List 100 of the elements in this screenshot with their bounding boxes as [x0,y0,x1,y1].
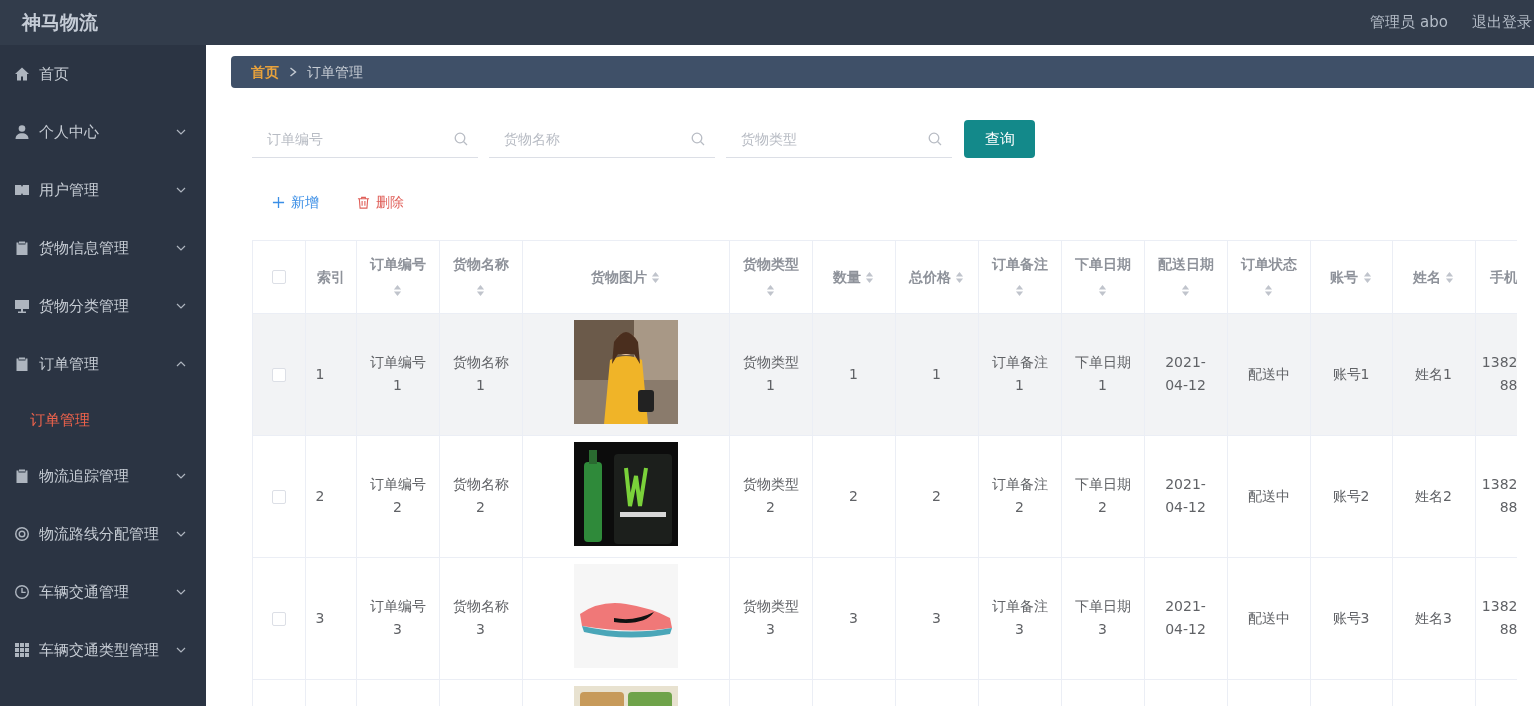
checkbox[interactable] [271,367,286,382]
sort-icon [865,271,875,285]
delete-button[interactable]: 删除 [357,191,404,213]
sort-icon [955,271,965,285]
column-header[interactable]: 货物图片 [590,268,661,285]
chevron-down-icon [176,245,186,251]
table-cell: 2021-04-12 [1165,476,1206,515]
column-header[interactable]: 总价格 [908,268,965,285]
clipboard-check-icon [14,356,30,372]
table-cell: 货物类型1 [742,354,799,393]
table-cell: 2 [315,487,325,504]
table-cell: 2021-04-12 [1165,354,1206,393]
column-header[interactable]: 货物名称 [452,255,509,298]
add-button[interactable]: 新增 [272,191,319,213]
sidebar-item[interactable]: 货物分类管理 [0,277,206,335]
table-row[interactable]: 2 订单编号2 货物名称2 货物类型2 2 2 订单备注2 下单日期2 2021-04-12 配送中 账号2 姓名2 1382 88 [253,435,1517,557]
table-cell: 订单编号3 [369,598,426,637]
column-header[interactable]: 订单编号 [369,255,426,298]
search-icon [454,132,468,146]
sidebar-item[interactable]: 车辆交通管理 [0,563,206,621]
table-cell: 账号3 [1332,609,1370,626]
chevron-down-icon [176,531,186,537]
column-header[interactable]: 数量 [832,268,875,285]
table-cell: 下单日期2 [1074,476,1131,515]
breadcrumb-link[interactable]: 首页 [251,61,279,83]
sidebar-item[interactable]: 货物信息管理 [0,219,206,277]
sidebar-item[interactable]: 个人中心 [0,103,206,161]
table-cell: 2021-04-12 [1165,598,1206,637]
sidebar-item[interactable]: 首页 [0,45,206,103]
checkbox[interactable] [271,270,286,285]
table-cell: 货物名称1 [452,354,509,393]
table-cell: 姓名2 [1415,487,1452,504]
sidebar-item[interactable]: 车辆交通类型管理 [0,621,206,679]
monitor-icon [14,298,30,314]
clipboard-x-icon [14,468,30,484]
sidebar-item[interactable]: 订单管理 [0,335,206,393]
column-header: 索引 [316,268,345,285]
sidebar-item[interactable]: 物流追踪管理 [0,447,206,505]
table-row[interactable]: 1 订单编号1 货物名称1 货物类型1 1 1 订单备注1 下单日期1 2021-04-12 配送中 账号1 姓名1 1382 88 [253,313,1517,435]
table-cell: 订单编号2 [369,476,426,515]
sort-icon [1445,271,1455,285]
search-button[interactable]: 查询 [964,120,1035,158]
table-cell: 3 [849,609,858,626]
sort-icon [1264,284,1273,298]
table-cell: 订单备注2 [991,476,1048,515]
sort-icon [1015,284,1024,298]
sort-icon [1181,284,1190,298]
ticket-icon [14,182,30,198]
chevron-down-icon [176,129,186,135]
table-cell: 3 [315,609,325,626]
clipboard-icon [14,240,30,256]
search-field[interactable]: 订单编号 [252,120,478,158]
chevron-down-icon [176,473,186,479]
table-cell: 账号1 [1332,365,1370,382]
table-cell: 2 [849,487,858,504]
table-cell: 1382 88 [1481,598,1517,637]
logout-link[interactable]: 退出登录 [1472,11,1532,34]
checkbox[interactable] [271,489,286,504]
home-icon [14,66,30,82]
column-header[interactable]: 货物类型 [742,255,799,298]
submenu-item[interactable]: 订单管理 [0,393,206,447]
chevron-down-icon [176,303,186,309]
sort-icon [651,271,661,285]
sidebar-item[interactable]: 用户管理 [0,161,206,219]
column-header[interactable]: 订单状态 [1240,255,1297,298]
sort-icon [1098,284,1107,298]
column-header[interactable]: 订单备注 [991,255,1048,298]
table-cell: 姓名3 [1415,609,1452,626]
column-header[interactable]: 配送日期 [1157,255,1214,298]
table-cell: 2 [932,487,941,504]
chevron-down-icon [176,187,186,193]
clock-icon [14,584,30,600]
person-icon [14,124,30,140]
table-cell: 账号2 [1332,487,1370,504]
table-cell: 下单日期1 [1074,354,1131,393]
table-cell: 配送中 [1247,487,1290,504]
chevron-down-icon [176,647,186,653]
sort-icon [476,284,485,298]
sidebar-item[interactable]: 物流路线分配管理 [0,505,206,563]
table-cell: 货物名称2 [452,476,509,515]
checkbox[interactable] [271,611,286,626]
chevron-down-icon [176,589,186,595]
table-row[interactable]: 3 订单编号3 货物名称3 货物类型3 3 3 订单备注3 下单日期3 2021-04-12 配送中 账号3 姓名3 1382 88 [253,557,1517,679]
search-icon [691,132,705,146]
search-icon [928,132,942,146]
table-cell: 1 [315,365,325,382]
column-header[interactable]: 姓名 [1412,268,1455,285]
table-cell: 订单备注3 [991,598,1048,637]
column-header[interactable]: 账号 [1330,268,1372,285]
search-field[interactable]: 货物类型 [726,120,952,158]
grid-icon [14,642,30,658]
column-header[interactable]: 下单日期 [1074,255,1131,298]
plus-icon [272,195,285,209]
table-cell: 货物类型3 [742,598,799,637]
table-cell: 1 [932,365,941,382]
user-label: 管理员 abo [1370,12,1448,34]
table-cell: 订单编号1 [369,354,426,393]
table-cell: 货物类型2 [742,476,799,515]
search-field[interactable]: 货物名称 [489,120,715,158]
trash-icon [357,195,370,209]
